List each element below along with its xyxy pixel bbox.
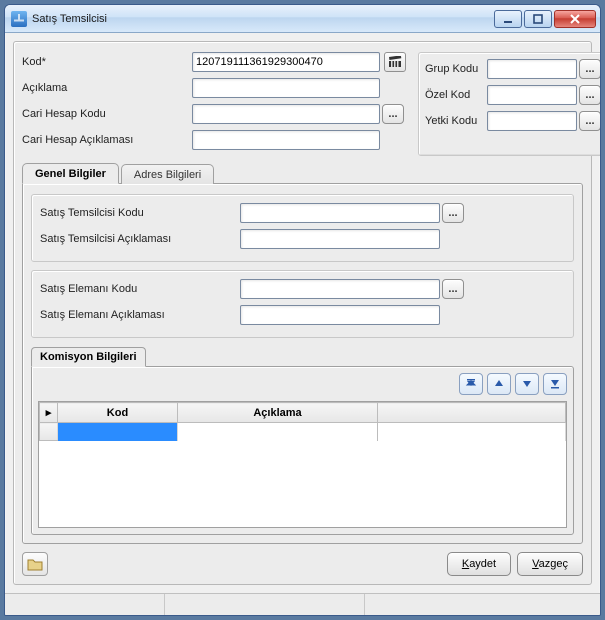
ellipsis-icon: ... [585,115,594,127]
aciklama-label: Açıklama [22,82,192,94]
grid-cell-kod[interactable] [58,423,178,441]
top-right-kod-panel: Grup Kodu ... Özel Kod ... Yetki Kodu ..… [418,52,601,156]
kod-label: Kod* [22,56,192,68]
satis-elemani-kodu-input[interactable] [240,279,440,299]
go-prev-icon [492,377,506,391]
titlebar[interactable]: Satış Temsilcisi [5,5,600,33]
cari-hesap-kodu-input[interactable] [192,104,380,124]
kod-generate-button[interactable] [384,52,406,72]
tab-adres-bilgileri[interactable]: Adres Bilgileri [121,164,214,184]
grid-last-button[interactable] [543,373,567,395]
go-first-icon [464,377,478,391]
satis-temsilcisi-kodu-label: Satış Temsilcisi Kodu [40,207,240,219]
komisyon-grid[interactable]: ▸ Kod Açıklama [38,401,567,528]
cari-hesap-kodu-lookup[interactable]: ... [382,104,404,124]
satis-elemani-kodu-lookup[interactable]: ... [442,279,464,299]
aciklama-input[interactable] [192,78,380,98]
clapper-icon [388,56,402,68]
main-panel: Kod* Açıklama Ca [13,41,592,585]
grup-kodu-label: Grup Kodu [425,63,487,75]
grid-next-button[interactable] [515,373,539,395]
komisyon-grid-area: ▸ Kod Açıklama [31,366,574,535]
grid-col-aciklama[interactable]: Açıklama [178,403,378,423]
grid-first-button[interactable] [459,373,483,395]
maximize-button[interactable] [524,10,552,28]
satis-temsilcisi-aciklamasi-label: Satış Temsilcisi Açıklaması [40,233,240,245]
grid-corner[interactable]: ▸ [40,403,58,423]
grid-col-kod[interactable]: Kod [58,403,178,423]
tab-bar: Genel Bilgiler Adres Bilgileri [22,162,583,183]
satis-temsilcisi-group: Satış Temsilcisi Kodu ... Satış Temsilci… [31,194,574,262]
ellipsis-icon: ... [448,207,457,219]
ozel-kod-lookup[interactable]: ... [579,85,601,105]
satis-temsilcisi-kodu-input[interactable] [240,203,440,223]
cari-hesap-aciklamasi-label: Cari Hesap Açıklaması [22,134,192,146]
attachments-button[interactable] [22,552,48,576]
satis-elemani-aciklamasi-label: Satış Elemanı Açıklaması [40,309,240,321]
komisyon-bilgileri-tab[interactable]: Komisyon Bilgileri [31,347,146,367]
window-title: Satış Temsilcisi [32,13,494,25]
kaydet-button[interactable]: Kaydet [447,552,511,576]
grup-kodu-lookup[interactable]: ... [579,59,601,79]
status-cell-1 [5,594,165,615]
tab-genel-bilgiler[interactable]: Genel Bilgiler [22,163,119,184]
minimize-button[interactable] [494,10,522,28]
status-cell-2 [165,594,365,615]
cari-hesap-kodu-label: Cari Hesap Kodu [22,108,192,120]
go-next-icon [520,377,534,391]
tab-panel-genel: Satış Temsilcisi Kodu ... Satış Temsilci… [22,183,583,544]
satis-temsilcisi-kodu-lookup[interactable]: ... [442,203,464,223]
ellipsis-icon: ... [448,283,457,295]
grid-cell-aciklama[interactable] [178,423,378,441]
footer-bar: Kaydet Vazgeç [22,552,583,576]
grid-prev-button[interactable] [487,373,511,395]
table-row[interactable] [40,423,566,441]
vazgec-button[interactable]: Vazgeç [517,552,583,576]
ozel-kod-input[interactable] [487,85,577,105]
go-last-icon [548,377,562,391]
yetki-kodu-label: Yetki Kodu [425,115,487,127]
grup-kodu-input[interactable] [487,59,577,79]
ellipsis-icon: ... [388,108,397,120]
status-bar [5,593,600,615]
folder-icon [27,557,43,571]
close-button[interactable] [554,10,596,28]
satis-temsilcisi-aciklamasi-input[interactable] [240,229,440,249]
top-left-fields: Kod* Açıklama Ca [22,52,406,156]
status-cell-3 [365,594,600,615]
yetki-kodu-input[interactable] [487,111,577,131]
ellipsis-icon: ... [585,63,594,75]
content-area: Kod* Açıklama Ca [5,33,600,593]
satis-elemani-kodu-label: Satış Elemanı Kodu [40,283,240,295]
app-icon [11,11,27,27]
app-window: Satış Temsilcisi Kod* [4,4,601,616]
ellipsis-icon: ... [585,89,594,101]
cari-hesap-aciklamasi-input[interactable] [192,130,380,150]
satis-elemani-group: Satış Elemanı Kodu ... Satış Elemanı Açı… [31,270,574,338]
grid-col-empty [378,403,566,423]
yetki-kodu-lookup[interactable]: ... [579,111,601,131]
ozel-kod-label: Özel Kod [425,89,487,101]
satis-elemani-aciklamasi-input[interactable] [240,305,440,325]
kod-input[interactable] [192,52,380,72]
